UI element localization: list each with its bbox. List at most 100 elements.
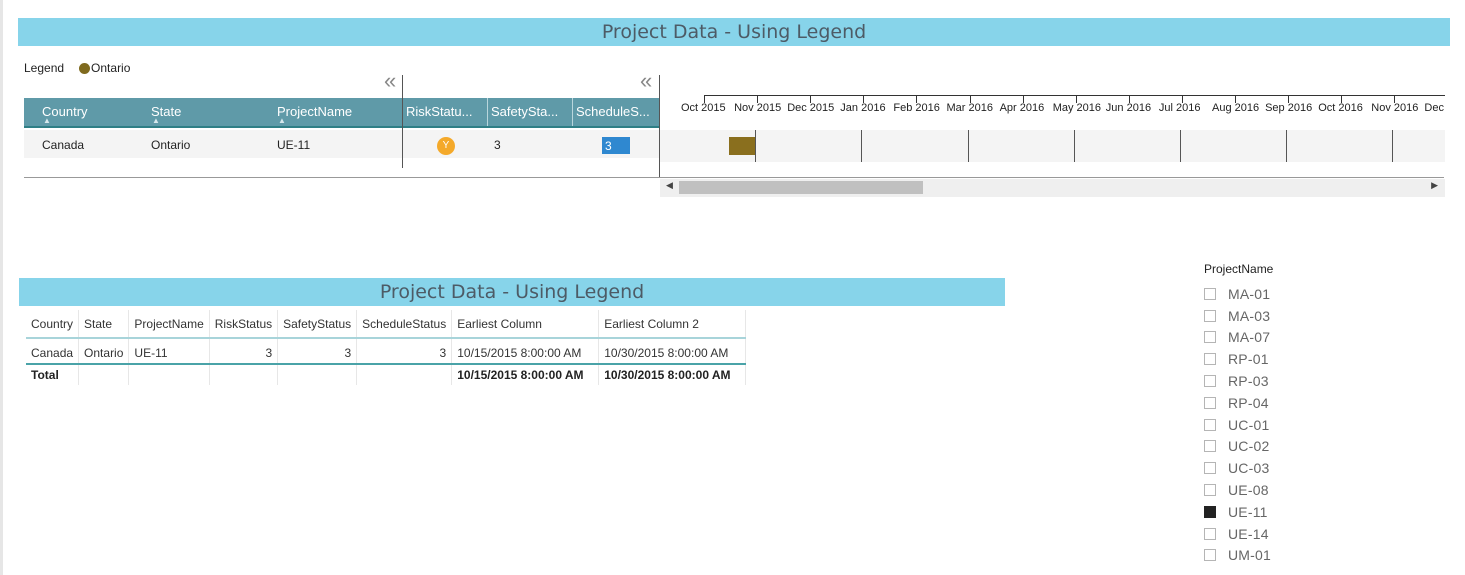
timeline-month-label: Oct 2015 (681, 102, 726, 114)
sort-arrow-icon: ▲ (278, 116, 286, 125)
slicer-item-ue-08[interactable]: UE-08 (1204, 479, 1273, 501)
scroll-left-arrow-icon[interactable]: ◀ (666, 180, 673, 191)
scroll-right-arrow-icon[interactable]: ▶ (1431, 180, 1438, 191)
checkbox-icon[interactable] (1204, 375, 1216, 388)
header-state[interactable]: State (151, 98, 261, 126)
header-schedulestatus[interactable]: ScheduleS... (576, 98, 660, 126)
gantt-bottom-border (24, 177, 1444, 178)
timeline-month-label: Nov 2016 (1371, 102, 1419, 114)
slicer-item-label: MA-01 (1228, 285, 1271, 302)
gantt-visual-title: Project Data - Using Legend (18, 18, 1450, 46)
slicer-item-label: MA-07 (1228, 329, 1271, 346)
legend-swatch-ontario (79, 62, 91, 74)
slicer-item-rp-03[interactable]: RP-03 (1204, 370, 1273, 392)
slicer-item-ma-01[interactable]: MA-01 (1204, 283, 1273, 305)
total-cell (277, 364, 358, 385)
cell-state: Ontario (78, 338, 130, 365)
checkbox-icon[interactable] (1204, 287, 1216, 300)
table-visual-title: Project Data - Using Legend (19, 278, 1005, 306)
timeline-gridline (861, 130, 863, 162)
timeline-gridline (1286, 130, 1288, 162)
cell-country: Canada (42, 138, 85, 152)
gantt-grid-row[interactable]: Canada Ontario UE-11 Y 3 3 (24, 130, 660, 158)
cell-schedulestatus: 3 (356, 338, 453, 365)
slicer-item-rp-01[interactable]: RP-01 (1204, 348, 1273, 370)
timeline-horizontal-scrollbar[interactable]: ◀ ▶ (660, 179, 1445, 197)
checkbox-icon[interactable] (1204, 549, 1216, 562)
cell-riskstatus: 3 (209, 338, 279, 365)
header-riskstatus[interactable]: RiskStatu... (406, 98, 486, 126)
slicer-item-label: UC-03 (1228, 460, 1270, 477)
timeline-month-label: Oct 2016 (1318, 102, 1363, 114)
table-row[interactable]: Canada Ontario UE-11 3 3 3 10/15/2015 8:… (26, 338, 747, 365)
checkbox-icon[interactable] (1204, 331, 1216, 344)
column-header-earliest-2[interactable]: Earliest Column 2 (598, 310, 747, 339)
cell-earliest: 10/15/2015 8:00:00 AM (451, 338, 600, 365)
slicer-item-ma-07[interactable]: MA-07 (1204, 327, 1273, 349)
checkbox-icon[interactable] (1204, 527, 1216, 540)
timeline-month-label: Mar 2016 (946, 102, 993, 114)
column-header-country[interactable]: Country (26, 310, 80, 339)
scrollbar-thumb[interactable] (679, 181, 923, 194)
slicer-item-um-01[interactable]: UM-01 (1204, 545, 1273, 567)
slicer-item-uc-02[interactable]: UC-02 (1204, 436, 1273, 458)
checkbox-icon[interactable] (1204, 353, 1216, 366)
timeline-gridline (967, 130, 969, 162)
cell-safetystatus: 3 (277, 338, 358, 365)
slicer-item-rp-04[interactable]: RP-04 (1204, 392, 1273, 414)
column-header-safetystatus[interactable]: SafetyStatus (277, 310, 358, 339)
checkbox-icon[interactable] (1204, 396, 1216, 409)
checkbox-checked-icon[interactable] (1204, 505, 1216, 518)
column-header-earliest[interactable]: Earliest Column (451, 310, 600, 339)
slicer-item-label: RP-01 (1228, 351, 1269, 368)
header-divider (487, 98, 488, 126)
slicer-item-uc-03[interactable]: UC-03 (1204, 457, 1273, 479)
timeline-gridline (755, 130, 757, 162)
risk-status-badge: Y (437, 137, 455, 155)
slicer-item-ue-11[interactable]: UE-11 (1204, 501, 1273, 523)
canvas-left-border (0, 0, 3, 575)
timeline-gridline (1392, 130, 1394, 162)
timeline-gridline (1179, 130, 1181, 162)
gantt-bar-ue-11[interactable] (729, 137, 755, 155)
timeline-month-label: Dec 2015 (787, 102, 835, 114)
slicer-item-ma-03[interactable]: MA-03 (1204, 305, 1273, 327)
header-safetystatus[interactable]: SafetySta... (491, 98, 571, 126)
header-country[interactable]: Country (42, 98, 142, 126)
column-header-schedulestatus[interactable]: ScheduleStatus (356, 310, 453, 339)
timeline-axis (704, 95, 1445, 96)
grid-splitter[interactable] (402, 75, 403, 168)
header-divider (572, 98, 573, 126)
schedule-status-badge: 3 (602, 137, 630, 154)
checkbox-icon[interactable] (1204, 440, 1216, 453)
total-label: Total (26, 364, 80, 385)
checkbox-icon[interactable] (1204, 484, 1216, 497)
collapse-columns-chevron-icon[interactable]: « (640, 70, 652, 92)
slicer-item-label: UE-11 (1228, 503, 1268, 520)
slicer-item-uc-01[interactable]: UC-01 (1204, 414, 1273, 436)
total-cell (78, 364, 130, 385)
checkbox-icon[interactable] (1204, 462, 1216, 475)
slicer-item-label: RP-04 (1228, 394, 1269, 411)
timeline-month-label: Apr 2016 (999, 102, 1045, 114)
cell-projectname: UE-11 (128, 338, 210, 365)
slicer-item-ue-14[interactable]: UE-14 (1204, 523, 1273, 545)
header-projectname[interactable]: ProjectName (277, 98, 397, 126)
slicer-item-label: MA-03 (1228, 307, 1271, 324)
collapse-grid-chevron-icon[interactable]: « (384, 70, 396, 92)
project-table: Country State ProjectName RiskStatus Saf… (26, 310, 747, 385)
checkbox-icon[interactable] (1204, 418, 1216, 431)
total-cell (128, 364, 210, 385)
column-header-state[interactable]: State (78, 310, 130, 339)
column-header-projectname[interactable]: ProjectName (128, 310, 210, 339)
slicer-title: ProjectName (1204, 262, 1274, 276)
timeline-month-label: Dec 2 (1424, 102, 1445, 114)
timeline-month-label: May 2016 (1052, 102, 1101, 114)
cell-safety: 3 (494, 138, 501, 152)
checkbox-icon[interactable] (1204, 309, 1216, 322)
cell-project: UE-11 (277, 138, 311, 152)
timeline-month-label: Jul 2016 (1158, 102, 1201, 114)
column-header-riskstatus[interactable]: RiskStatus (209, 310, 279, 339)
legend-item-ontario[interactable]: Ontario (91, 61, 130, 75)
timeline-month-label: Sep 2016 (1265, 102, 1313, 114)
